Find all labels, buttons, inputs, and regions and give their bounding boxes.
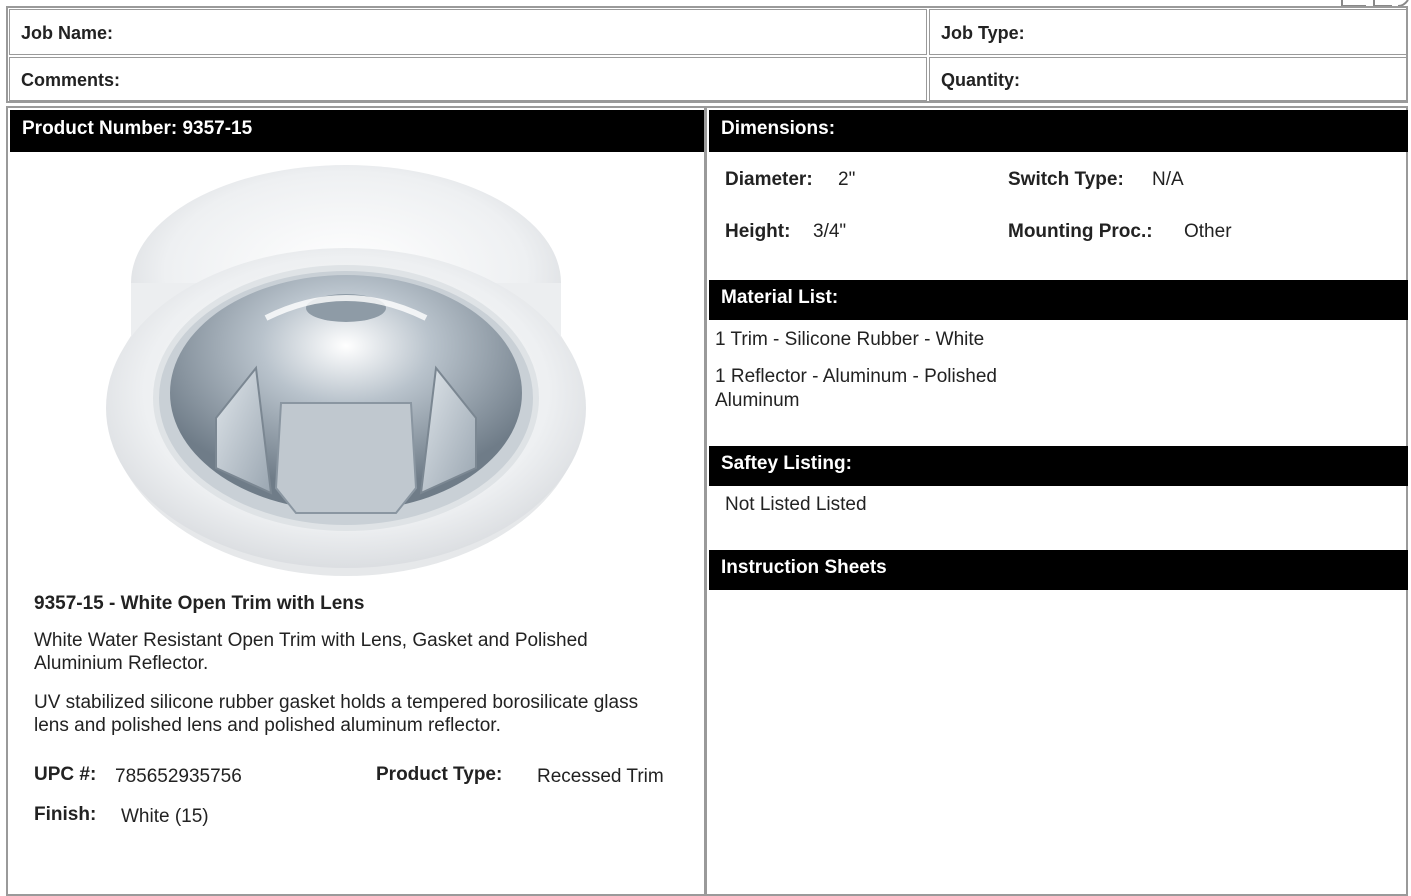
comments-field[interactable]: Comments:: [9, 57, 927, 101]
material-list-bar: Material List:: [709, 280, 1408, 320]
safety-listing-value: Not Listed Listed: [725, 494, 867, 515]
job-name-field[interactable]: Job Name:: [9, 9, 927, 55]
height-value: 3/4": [813, 221, 847, 242]
upc-value: 785652935756: [115, 766, 242, 787]
product-type-value: Recessed Trim: [537, 766, 664, 787]
diameter-value: 2": [838, 169, 856, 190]
product-image: [106, 165, 586, 576]
safety-listing-bar: Saftey Listing:: [709, 446, 1408, 486]
upc-label: UPC #:: [34, 764, 97, 785]
product-number-bar: Product Number: 9357-15: [10, 110, 704, 152]
switch-type-value: N/A: [1152, 169, 1184, 190]
mounting-label: Mounting Proc.:: [1008, 221, 1153, 242]
product-description-2: UV stabilized silicone rubber gasket hol…: [34, 692, 639, 736]
comments-label: Comments:: [21, 70, 121, 90]
quantity-field[interactable]: Quantity:: [929, 57, 1407, 101]
material-item-2-cont: Aluminum: [715, 390, 800, 411]
product-description-1: White Water Resistant Open Trim with Len…: [34, 630, 588, 674]
finish-value: White (15): [121, 806, 209, 827]
product-title: 9357-15 - White Open Trim with Lens: [34, 593, 365, 614]
height-label: Height:: [725, 221, 791, 242]
instruction-sheets-bar[interactable]: Instruction Sheets: [709, 550, 1408, 590]
diameter-label: Diameter:: [725, 169, 813, 190]
dimensions-bar: Dimensions:: [709, 110, 1408, 152]
switch-type-label: Switch Type:: [1008, 169, 1124, 190]
job-type-label: Job Type:: [941, 23, 1025, 43]
material-item-1: 1 Trim - Silicone Rubber - White: [715, 329, 985, 350]
job-type-field[interactable]: Job Type:: [929, 9, 1407, 55]
job-name-label: Job Name:: [21, 23, 114, 43]
mounting-value: Other: [1184, 221, 1232, 242]
finish-label: Finish:: [34, 804, 97, 825]
material-item-2: 1 Reflector - Aluminum - Polished: [715, 366, 997, 387]
quantity-label: Quantity:: [941, 70, 1020, 90]
product-type-label: Product Type:: [376, 764, 503, 785]
